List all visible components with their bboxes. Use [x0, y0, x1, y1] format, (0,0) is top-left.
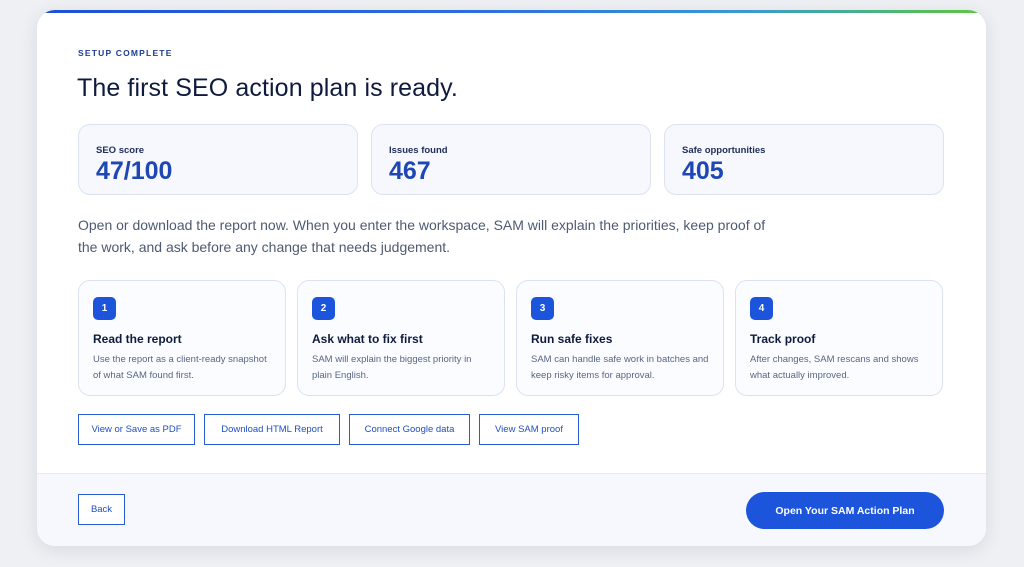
step-body: After changes, SAM rescans and shows wha… — [750, 354, 919, 381]
download-html-report-button[interactable]: Download HTML Report — [204, 414, 340, 445]
open-action-plan-button[interactable]: Open Your SAM Action Plan — [746, 492, 944, 529]
stat-label: Safe opportunities — [682, 145, 766, 156]
stat-card-seo-score: SEO score 47/100 — [78, 124, 358, 195]
stat-card-safe-opportunities: Safe opportunities 405 — [664, 124, 944, 195]
step-number-badge: 4 — [750, 297, 773, 320]
step-number-badge: 3 — [531, 297, 554, 320]
description-text: Open or download the report now. When yo… — [78, 217, 766, 255]
back-button[interactable]: Back — [78, 494, 125, 525]
step-card-track-proof: 4 Track proof After changes, SAM rescans… — [735, 280, 943, 396]
stat-value: 405 — [682, 157, 724, 185]
step-card-read-report: 1 Read the report Use the report as a cl… — [78, 280, 286, 396]
view-pdf-button[interactable]: View or Save as PDF — [78, 414, 195, 445]
stat-value: 467 — [389, 157, 431, 185]
step-title: Ask what to fix first — [312, 332, 423, 346]
footer-bar: Back Open Your SAM Action Plan — [37, 473, 986, 546]
stat-value: 47/100 — [96, 157, 173, 185]
stat-label: Issues found — [389, 145, 448, 156]
view-sam-proof-button[interactable]: View SAM proof — [479, 414, 579, 445]
setup-complete-card: SETUP COMPLETE The first SEO action plan… — [37, 10, 986, 546]
stat-card-issues-found: Issues found 467 — [371, 124, 651, 195]
accent-bar — [37, 10, 986, 13]
step-title: Run safe fixes — [531, 332, 613, 346]
connect-google-data-button[interactable]: Connect Google data — [349, 414, 470, 445]
step-body: SAM will explain the biggest priority in… — [312, 354, 472, 381]
stat-label: SEO score — [96, 145, 145, 156]
page-title: The first SEO action plan is ready. — [77, 74, 458, 102]
step-title: Track proof — [750, 332, 816, 346]
step-title: Read the report — [93, 332, 182, 346]
step-number-badge: 1 — [93, 297, 116, 320]
step-card-ask-what-to-fix: 2 Ask what to fix first SAM will explain… — [297, 280, 505, 396]
step-body: SAM can handle safe work in batches and … — [531, 354, 709, 381]
step-number-badge: 2 — [312, 297, 335, 320]
step-body: Use the report as a client-ready snapsho… — [93, 354, 267, 381]
step-card-run-safe-fixes: 3 Run safe fixes SAM can handle safe wor… — [516, 280, 724, 396]
eyebrow-label: SETUP COMPLETE — [78, 48, 173, 58]
